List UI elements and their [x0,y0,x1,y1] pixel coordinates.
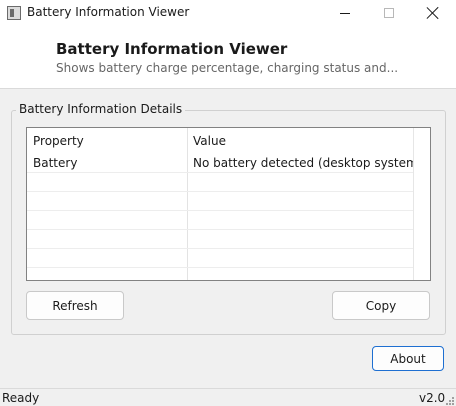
column-separator [187,128,188,280]
status-text: Ready [2,391,40,405]
close-icon [427,7,439,19]
status-bar: Ready v2.0 [0,388,456,406]
resize-grip-icon[interactable] [446,397,454,405]
window-title: Battery Information Viewer [27,5,190,19]
battery-info-table[interactable]: Property Value Battery No battery detect… [26,127,431,281]
maximize-button[interactable] [366,0,412,26]
maximize-icon [384,8,394,18]
close-button[interactable] [410,0,456,26]
row-divider [27,172,413,173]
column-header-property[interactable]: Property [33,134,84,148]
version-label: v2.0 [419,391,446,405]
header-panel: Battery Information Viewer Shows battery… [0,26,456,89]
page-subtitle: Shows battery charge percentage, chargin… [56,61,399,75]
cell-property[interactable]: Battery [33,156,77,170]
copy-button[interactable]: Copy [332,291,430,320]
vertical-scrollbar[interactable] [413,128,430,280]
groupbox-title: Battery Information Details [16,102,186,116]
row-divider [27,267,413,268]
minimize-icon [340,12,350,14]
page-title: Battery Information Viewer [56,40,288,58]
minimize-button[interactable] [322,0,368,26]
column-header-value[interactable]: Value [193,134,226,148]
about-button[interactable]: About [372,346,444,371]
title-bar[interactable]: Battery Information Viewer [0,0,456,26]
row-divider [27,210,413,211]
row-divider [27,248,413,249]
row-divider [27,191,413,192]
refresh-button[interactable]: Refresh [26,291,124,320]
app-icon [7,6,21,20]
cell-value[interactable]: No battery detected (desktop system) [193,156,422,170]
row-divider [27,229,413,230]
